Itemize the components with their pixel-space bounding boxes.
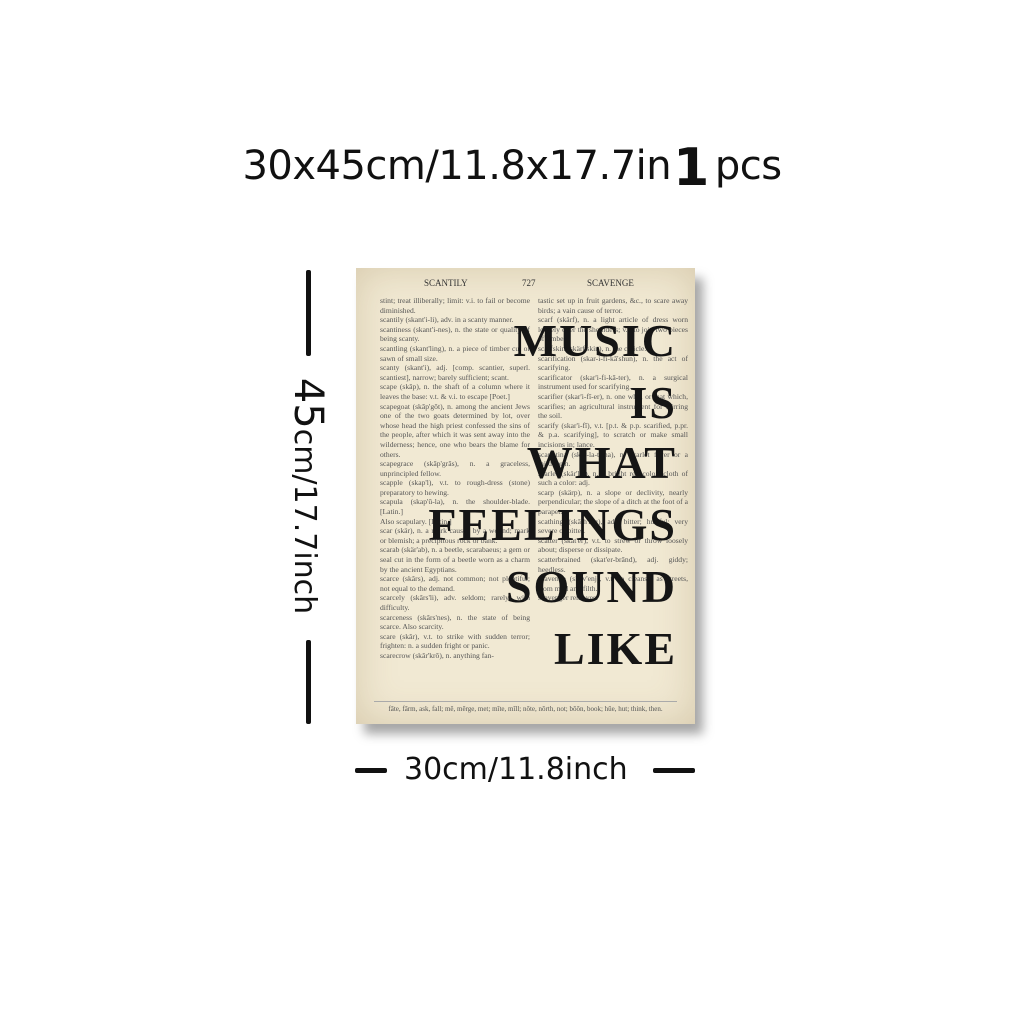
quote-word: FEELINGS: [428, 499, 677, 550]
height-units: cm/17.7inch: [287, 428, 322, 615]
height-line-top: [306, 270, 311, 356]
width-line-left: [355, 768, 387, 773]
quote-word: SOUND: [505, 561, 677, 612]
height-value: 45: [285, 377, 331, 429]
height-label: 45cm/17.7inch: [285, 378, 331, 614]
size-dimensions: 30x45cm/11.8x17.7in: [242, 143, 672, 189]
quantity-unit: pcs: [714, 143, 782, 189]
quote-word: MUSIC: [513, 315, 677, 366]
height-line-bottom: [306, 640, 311, 724]
poster-image: SCANTILY 727 SCAVENGE stint; treat illib…: [356, 268, 695, 724]
width-label: 30cm/11.8inch: [404, 752, 628, 787]
quote-word: IS: [629, 377, 677, 428]
quote-word: WHAT: [526, 437, 677, 488]
quote-word: LIKE: [553, 623, 677, 674]
width-line-right: [653, 768, 695, 773]
quantity-number: 1: [673, 138, 709, 198]
size-label: 30x45cm/11.8x17.7in1 pcs: [0, 138, 1024, 198]
quote-overlay: MUSIC IS WHAT FEELINGS SOUND LIKE: [356, 268, 695, 724]
